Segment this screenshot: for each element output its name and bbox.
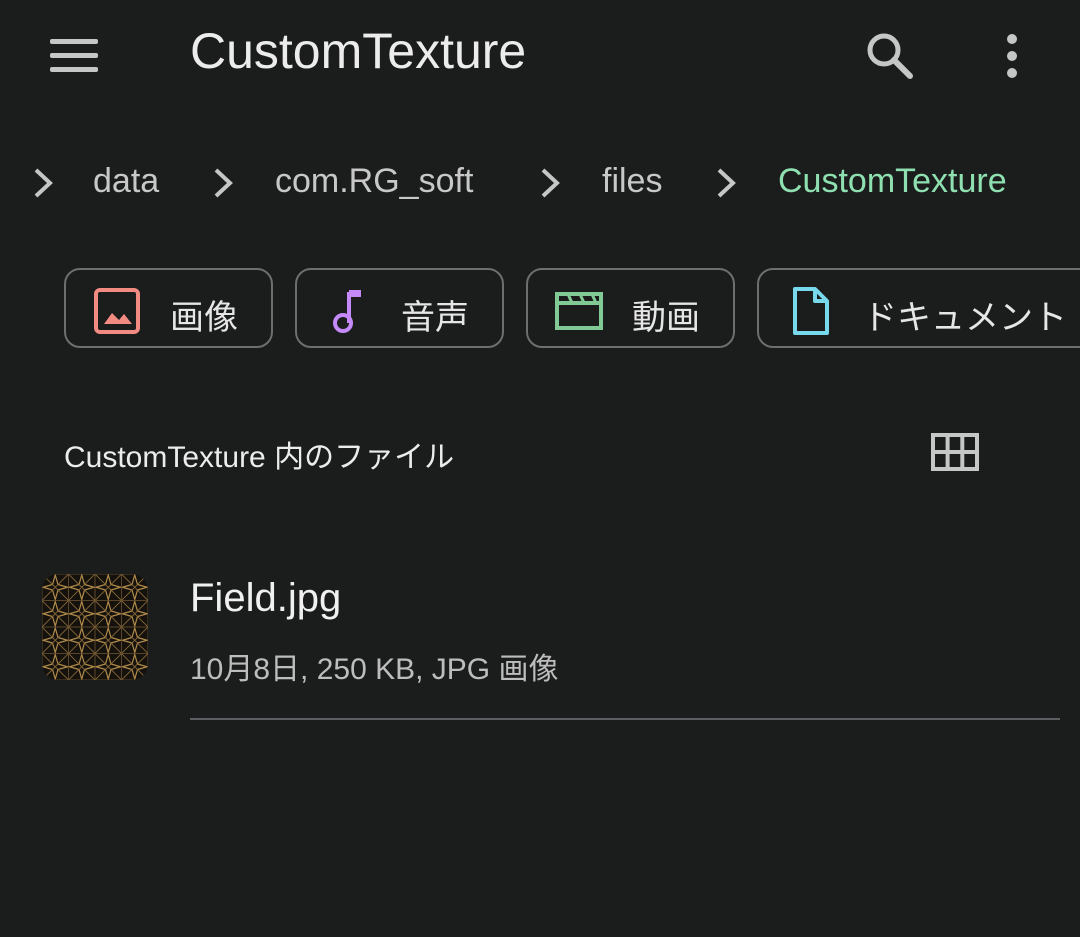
breadcrumb-item-current[interactable]: CustomTexture [778, 162, 1007, 201]
chip-images[interactable]: 画像 [64, 268, 273, 348]
top-app-bar: CustomTexture [0, 0, 1080, 110]
file-name: Field.jpg [190, 576, 342, 620]
chevron-right-icon [711, 166, 741, 200]
chevron-right-icon [535, 166, 565, 200]
breadcrumb: data com.RG_soft files CustomTexture [0, 150, 1080, 216]
file-meta: 10月8日, 250 KB, JPG 画像 [190, 653, 559, 686]
page-title: CustomTexture [190, 23, 527, 79]
music-note-icon [323, 286, 373, 336]
divider [190, 718, 1060, 720]
more-vert-icon[interactable] [994, 30, 1030, 82]
chevron-right-icon [28, 166, 58, 200]
hamburger-menu-icon[interactable] [48, 32, 100, 80]
breadcrumb-item-data[interactable]: data [93, 162, 159, 201]
section-title: CustomTexture 内のファイル [64, 441, 455, 474]
chevron-right-icon [208, 166, 238, 200]
image-icon [92, 286, 142, 336]
list-item[interactable]: Field.jpg 10月8日, 250 KB, JPG 画像 [0, 560, 1080, 724]
chip-label: 動画 [632, 298, 700, 338]
file-thumbnail [42, 574, 148, 680]
movie-icon [554, 286, 604, 336]
chip-documents[interactable]: ドキュメント [757, 268, 1080, 348]
category-chips: 画像 音声 動画 ドキュメント [0, 268, 1080, 352]
search-icon[interactable] [862, 28, 918, 84]
grid-view-icon[interactable] [930, 432, 980, 472]
document-icon [785, 286, 835, 336]
chip-videos[interactable]: 動画 [526, 268, 735, 348]
chip-label: 音声 [401, 298, 469, 338]
chip-label: ドキュメント [863, 298, 1067, 338]
breadcrumb-item-package[interactable]: com.RG_soft [275, 162, 473, 201]
chip-audio[interactable]: 音声 [295, 268, 504, 348]
chip-label: 画像 [170, 298, 238, 338]
breadcrumb-item-files[interactable]: files [602, 162, 662, 201]
